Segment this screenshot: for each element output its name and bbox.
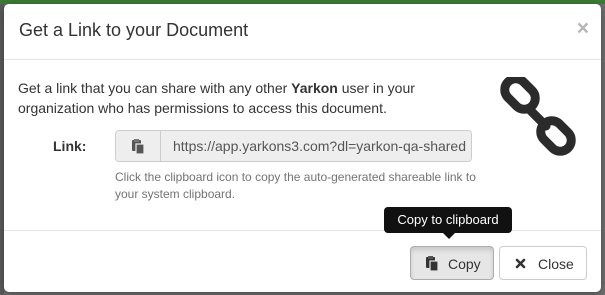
dialog-title: Get a Link to your Document xyxy=(19,20,249,40)
copy-button-label: Copy xyxy=(448,256,481,272)
brand-name: Yarkon xyxy=(291,80,338,96)
copy-button[interactable]: Copy xyxy=(410,246,494,280)
dialog-footer: Copy Close xyxy=(4,230,601,292)
dialog-close-x-button[interactable]: × xyxy=(577,18,589,39)
tooltip-arrow xyxy=(443,233,455,239)
close-button-label: Close xyxy=(538,256,574,272)
share-link-dialog: Get a Link to your Document × Get a link… xyxy=(4,4,601,292)
chain-link-icon xyxy=(500,77,576,156)
copy-clipboard-addon-button[interactable] xyxy=(116,131,161,161)
link-label: Link: xyxy=(53,138,87,154)
link-help-text: Click the clipboard icon to copy the aut… xyxy=(115,170,476,201)
dialog-header: Get a Link to your Document × xyxy=(4,4,601,60)
dialog-body: Get a link that you can share with any o… xyxy=(4,60,601,230)
clipboard-icon xyxy=(132,139,145,154)
dialog-description: Get a link that you can share with any o… xyxy=(18,78,448,118)
close-button[interactable]: Close xyxy=(499,246,587,280)
link-input-group xyxy=(115,130,472,162)
share-link-field[interactable] xyxy=(161,131,471,161)
description-text-start: Get a link that you can share with any o… xyxy=(18,80,292,96)
copy-tooltip: Copy to clipboard xyxy=(384,207,512,233)
clipboard-icon xyxy=(426,256,439,271)
x-icon xyxy=(515,258,526,269)
